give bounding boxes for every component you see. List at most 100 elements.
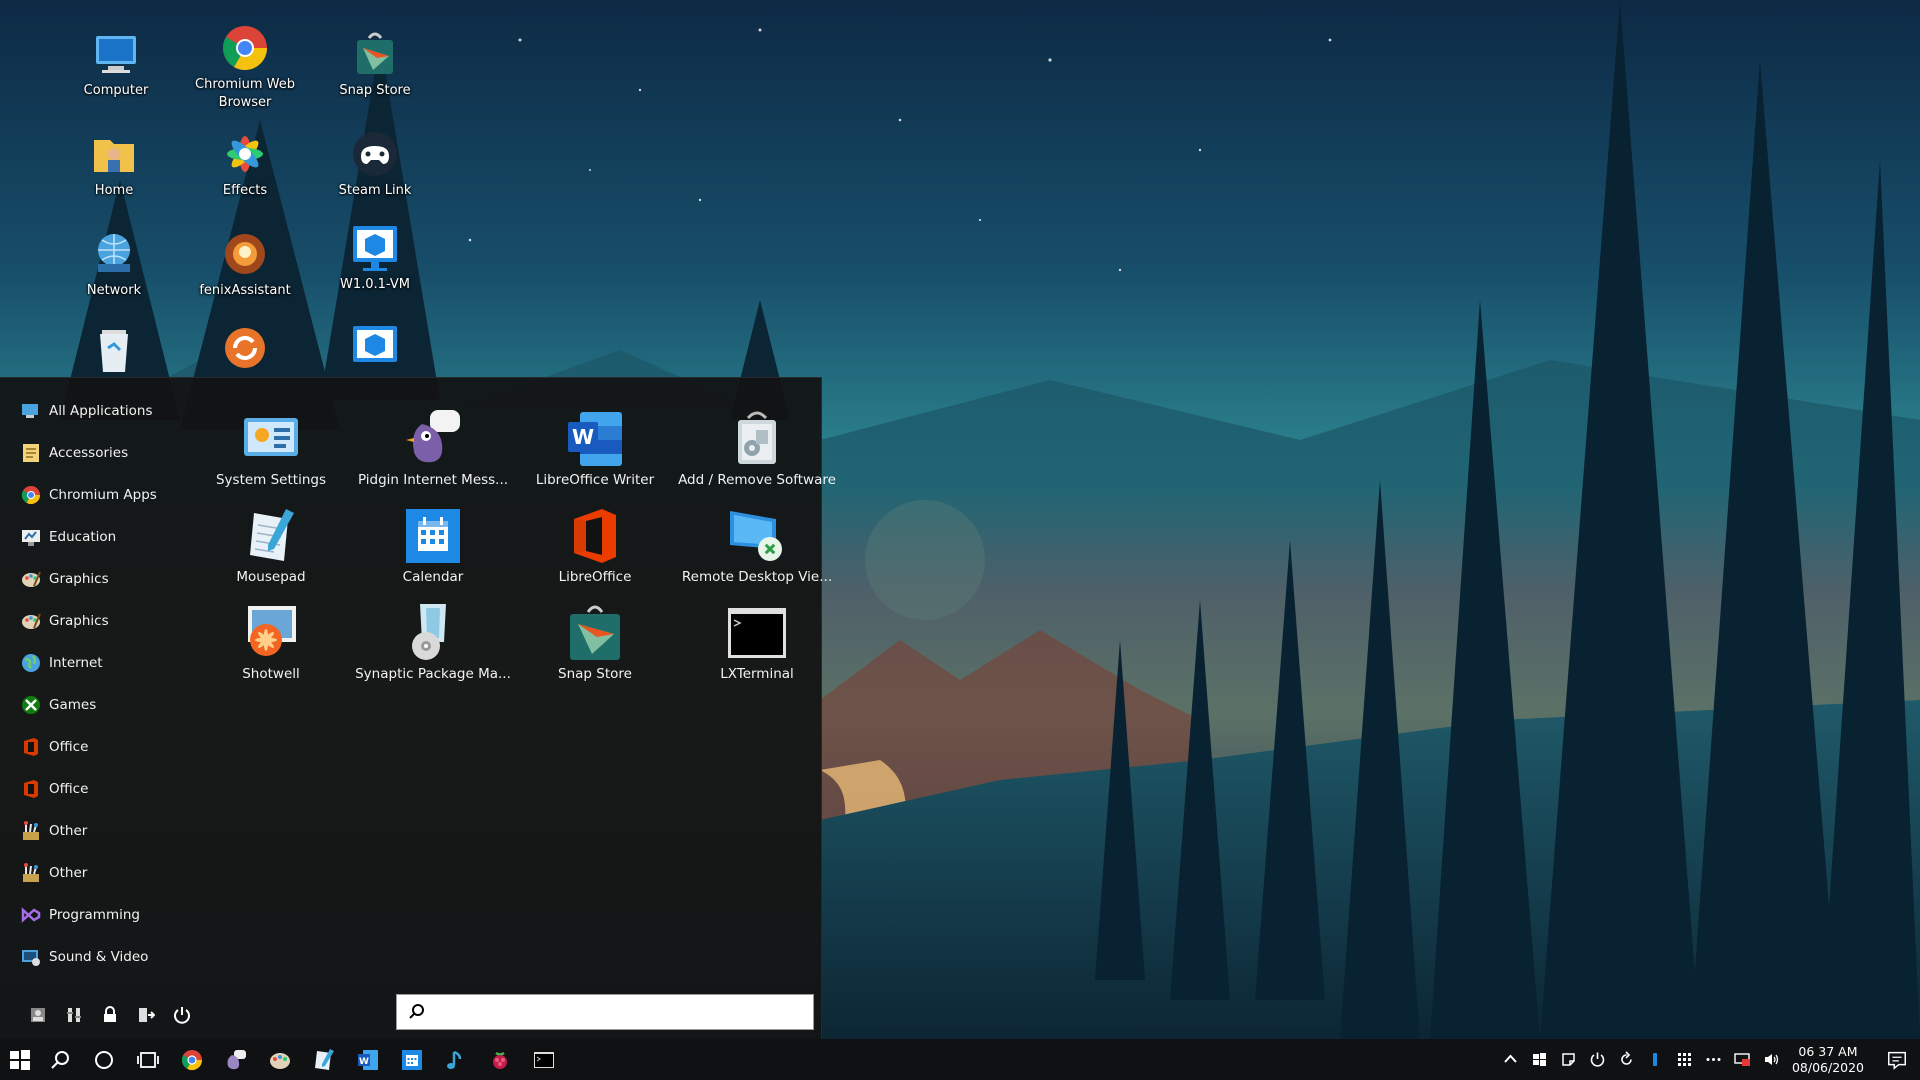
category-sound-video[interactable]: Sound & Video: [0, 936, 190, 978]
tray-note[interactable]: [1554, 1039, 1583, 1080]
tray-apps[interactable]: [1670, 1039, 1699, 1080]
desktop-icon-chromium[interactable]: Chromium Web Browser: [186, 22, 304, 112]
desktop-icon-label: Steam Link: [338, 183, 412, 198]
category-other[interactable]: Other: [0, 810, 190, 852]
task-view-icon: [137, 1051, 159, 1068]
calendar-icon: [406, 509, 460, 563]
taskbar-chromium[interactable]: [170, 1039, 214, 1080]
app-lxterminal[interactable]: LXTerminal: [676, 602, 838, 696]
desktop-icon-vm-2[interactable]: [316, 322, 434, 376]
app-remote-desktop-viewer[interactable]: Remote Desktop Vie...: [676, 505, 838, 599]
app-mousepad[interactable]: Mousepad: [190, 505, 352, 599]
desktop-icon-home[interactable]: Home: [55, 128, 173, 200]
desktop-icon-label: W1.0.1-VM: [340, 277, 410, 292]
category-label: Office: [49, 739, 89, 755]
app-label: Snap Store: [558, 666, 632, 682]
task-view-button[interactable]: [126, 1039, 170, 1080]
desktop-icon-label: Snap Store: [339, 83, 411, 98]
desktop-icon-trash[interactable]: [55, 322, 173, 376]
tray-refresh[interactable]: [1612, 1039, 1641, 1080]
app-libreoffice-writer[interactable]: W LibreOffice Writer: [514, 408, 676, 502]
category-office[interactable]: Office: [0, 726, 190, 768]
taskbar-raspberry[interactable]: [478, 1039, 522, 1080]
app-pidgin[interactable]: Pidgin Internet Mess...: [352, 408, 514, 502]
cortana-button[interactable]: [82, 1039, 126, 1080]
desktop-icon-label: Home: [94, 183, 134, 198]
power-button[interactable]: [164, 997, 200, 1033]
app-calendar[interactable]: Calendar: [352, 505, 514, 599]
desktop-icon-vm[interactable]: W1.0.1-VM: [316, 222, 434, 294]
taskbar-word[interactable]: W: [346, 1039, 390, 1080]
category-education[interactable]: Education: [0, 516, 190, 558]
app-label: System Settings: [215, 472, 326, 488]
tray-power[interactable]: [1583, 1039, 1612, 1080]
taskbar-graphics[interactable]: [258, 1039, 302, 1080]
app-label: LXTerminal: [720, 666, 794, 682]
clock[interactable]: 06 37 AM 08/06/2020: [1786, 1044, 1874, 1076]
app-synaptic[interactable]: Synaptic Package Ma...: [352, 602, 514, 696]
show-hidden-icons-button[interactable]: [1496, 1039, 1525, 1080]
taskbar-pidgin[interactable]: [214, 1039, 258, 1080]
start-button[interactable]: [2, 1039, 38, 1080]
word-icon: W: [358, 1049, 378, 1070]
logout-button[interactable]: [128, 997, 164, 1033]
raspberry-icon: [493, 1051, 507, 1069]
taskbar-music[interactable]: [434, 1039, 478, 1080]
taskbar-terminal[interactable]: [522, 1039, 566, 1080]
chromium-icon: [21, 486, 41, 505]
lock-button[interactable]: [92, 997, 128, 1033]
tray-windows[interactable]: [1525, 1039, 1554, 1080]
category-games[interactable]: Games: [0, 684, 190, 726]
desktop-icon-network[interactable]: Network: [55, 228, 173, 300]
category-accessories[interactable]: Accessories: [0, 432, 190, 474]
category-programming[interactable]: Programming: [0, 894, 190, 936]
notification-icon: [1888, 1051, 1906, 1070]
search-box[interactable]: [396, 994, 814, 1030]
app-label: Synaptic Package Ma...: [355, 666, 511, 682]
desktop-icon-snap-store[interactable]: Snap Store: [316, 28, 434, 100]
clock-date: 08/06/2020: [1791, 1059, 1864, 1075]
desktop-icon-computer[interactable]: Computer: [57, 28, 175, 100]
tray-display[interactable]: [1728, 1039, 1757, 1080]
app-libreoffice[interactable]: LibreOffice: [514, 505, 676, 599]
chevron-up-icon: [1504, 1054, 1517, 1063]
search-input[interactable]: [433, 1003, 813, 1021]
volume-icon: [1764, 1054, 1779, 1065]
category-other-2[interactable]: Other: [0, 852, 190, 894]
settings-button[interactable]: [56, 997, 92, 1033]
taskbar-mousepad[interactable]: [302, 1039, 346, 1080]
vm-icon: [353, 326, 397, 362]
desktop-icon-steam-link[interactable]: Steam Link: [316, 128, 434, 200]
taskbar-calendar[interactable]: [390, 1039, 434, 1080]
app-shotwell[interactable]: Shotwell: [190, 602, 352, 696]
category-list: All Applications Accessories Chromium Ap…: [0, 390, 190, 978]
tray-more[interactable]: [1699, 1039, 1728, 1080]
category-all-applications[interactable]: All Applications: [0, 390, 190, 432]
action-center-button[interactable]: [1874, 1039, 1920, 1080]
category-graphics-2[interactable]: Graphics: [0, 600, 190, 642]
category-chromium-apps[interactable]: Chromium Apps: [0, 474, 190, 516]
desktop-icon-label: Chromium Web Browser: [195, 77, 295, 110]
category-label: Games: [49, 697, 97, 713]
app-snap-store[interactable]: Snap Store: [514, 602, 676, 696]
app-add-remove-software[interactable]: Add / Remove Software: [676, 408, 838, 502]
all-applications-icon: [22, 404, 38, 418]
category-office-2[interactable]: Office: [0, 768, 190, 810]
other-icon: [23, 863, 39, 882]
category-label: Other: [49, 823, 88, 839]
tray-bluetooth[interactable]: [1641, 1039, 1670, 1080]
category-graphics[interactable]: Graphics: [0, 558, 190, 600]
category-internet[interactable]: Internet: [0, 642, 190, 684]
desktop-icon-update[interactable]: [186, 322, 304, 376]
category-label: Internet: [49, 655, 103, 671]
app-system-settings[interactable]: System Settings: [190, 408, 352, 502]
desktop-icon-fenix-assistant[interactable]: fenixAssistant: [186, 228, 304, 300]
user-button[interactable]: [20, 997, 56, 1033]
desktop-icon-effects[interactable]: Effects: [186, 128, 304, 200]
terminal-icon: [728, 608, 786, 658]
mousepad-icon: [315, 1048, 334, 1070]
app-label: Add / Remove Software: [678, 472, 836, 488]
tray-volume[interactable]: [1757, 1039, 1786, 1080]
search-button[interactable]: [38, 1039, 82, 1080]
snap-store-icon: [357, 32, 393, 74]
